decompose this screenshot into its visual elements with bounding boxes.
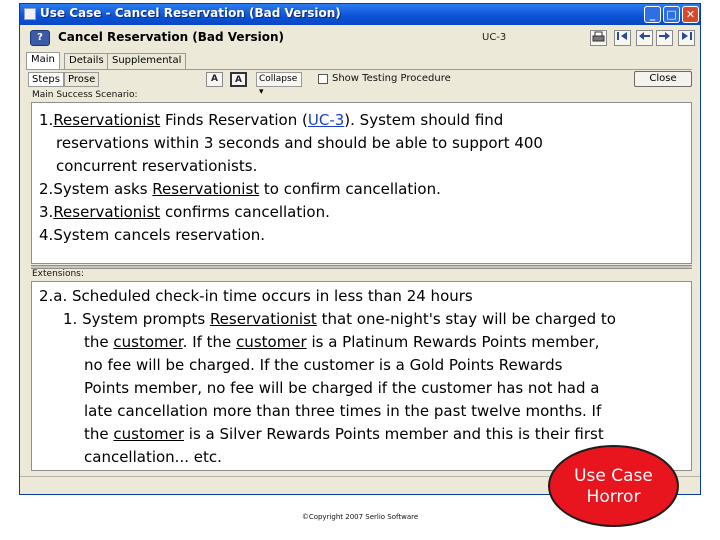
last-icon[interactable]	[678, 30, 695, 46]
step-text: System prompts	[82, 310, 210, 328]
step-2: 2.System asks Reservationist to confirm …	[39, 178, 441, 201]
step-text: the	[84, 425, 114, 443]
copyright-text: ©Copyright 2007 Serlio Software	[301, 513, 419, 521]
extensions-label: Extensions:	[32, 269, 84, 279]
extension-step-1: 1. System prompts Reservationist that on…	[63, 308, 616, 331]
step-number: 1.	[63, 310, 78, 328]
print-icon[interactable]	[590, 30, 607, 46]
extension-line: Points member, no fee will be charged if…	[84, 379, 600, 397]
show-testing-checkbox[interactable]	[318, 74, 328, 84]
maximize-button[interactable]: □	[663, 6, 680, 23]
step-number: 4.	[39, 226, 54, 244]
extension-line: cancellation... etc.	[84, 448, 222, 466]
font-decrease-icon[interactable]: A	[230, 72, 247, 87]
chevron-down-icon: ▾	[259, 87, 264, 97]
close-window-button[interactable]: ✕	[682, 6, 699, 23]
back-icon[interactable]	[636, 30, 653, 46]
extension-line: late cancellation more than three times …	[84, 402, 602, 420]
step-text: is a Platinum Rewards Points member,	[306, 333, 600, 351]
collapse-label: Collapse	[259, 74, 298, 84]
extension-line: the customer. If the customer is a Plati…	[84, 331, 599, 354]
step-number: 3.	[39, 203, 54, 221]
extension-line: the customer is a Silver Rewards Points …	[84, 423, 604, 446]
step-1-cont: concurrent reservationists.	[56, 157, 258, 175]
badge-line-1: Use Case	[574, 466, 653, 486]
extensions-panel[interactable]: 2.a. Scheduled check-in time occurs in l…	[31, 281, 692, 471]
main-scenario-label: Main Success Scenario:	[32, 90, 138, 100]
use-case-window: Use Case - Cancel Reservation (Bad Versi…	[19, 3, 701, 495]
minimize-button[interactable]: _	[644, 6, 661, 23]
header-row: ? Cancel Reservation (Bad Version) UC-3	[20, 26, 700, 52]
step-text: . If the	[182, 333, 237, 351]
first-icon[interactable]	[614, 30, 631, 46]
horror-badge: Use Case Horror	[548, 445, 679, 527]
close-button[interactable]: Close	[634, 71, 692, 87]
step-4: 4.System cancels reservation.	[39, 224, 265, 247]
tab-main[interactable]: Main	[26, 52, 60, 69]
step-text: System asks	[53, 180, 153, 198]
use-case-link[interactable]: UC-3	[308, 111, 344, 129]
font-increase-icon[interactable]: A	[206, 72, 223, 87]
extension-line: no fee will be charged. If the customer …	[84, 356, 563, 374]
step-text: to confirm cancellation.	[259, 180, 441, 198]
actor-link[interactable]: Reservationist	[152, 180, 259, 198]
actor-link[interactable]: Reservationist	[53, 203, 160, 221]
step-1-cont: reservations within 3 seconds and should…	[56, 134, 543, 152]
step-text: is a Silver Rewards Points member and th…	[184, 425, 604, 443]
step-3: 3.Reservationist confirms cancellation.	[39, 201, 330, 224]
help-icon[interactable]: ?	[30, 30, 50, 46]
sub-toolbar: Steps Prose A A Collapse ▾ Show Testing …	[26, 71, 692, 97]
step-text: System cancels reservation.	[53, 226, 266, 244]
actor-link[interactable]: customer	[236, 333, 307, 351]
actor-link[interactable]: Reservationist	[53, 111, 160, 129]
collapse-dropdown[interactable]: Collapse ▾	[256, 72, 302, 97]
main-scenario-panel[interactable]: 1.Reservationist Finds Reservation (UC-3…	[31, 102, 692, 264]
title-bar[interactable]: Use Case - Cancel Reservation (Bad Versi…	[20, 4, 700, 25]
window-icon	[24, 8, 36, 20]
actor-link[interactable]: Reservationist	[210, 310, 317, 328]
actor-link[interactable]: customer	[113, 333, 182, 351]
step-number: 2.	[39, 180, 54, 198]
forward-icon[interactable]	[656, 30, 673, 46]
tab-supplemental[interactable]: Supplemental	[107, 53, 187, 69]
step-text: ). System should find	[344, 111, 504, 129]
tab-steps[interactable]: Steps	[28, 72, 64, 87]
show-testing-label: Show Testing Procedure	[332, 73, 451, 84]
step-number: 1.	[39, 111, 54, 129]
tab-prose[interactable]: Prose	[64, 72, 100, 87]
badge-line-2: Horror	[586, 487, 641, 507]
use-case-id: UC-3	[482, 32, 507, 43]
actor-link[interactable]: customer	[113, 425, 184, 443]
extension-head: 2.a. Scheduled check-in time occurs in l…	[39, 287, 473, 305]
use-case-title: Cancel Reservation (Bad Version)	[58, 30, 285, 44]
step-text: Finds Reservation (	[160, 111, 308, 129]
step-text: the	[84, 333, 114, 351]
step-text: that one-night's stay will be charged to	[316, 310, 616, 328]
tab-divider	[26, 69, 692, 70]
panel-splitter[interactable]	[31, 265, 692, 269]
window-title: Use Case - Cancel Reservation (Bad Versi…	[40, 6, 341, 20]
step-text: confirms cancellation.	[160, 203, 330, 221]
tab-details[interactable]: Details	[64, 53, 109, 69]
step-1: 1.Reservationist Finds Reservation (UC-3…	[39, 109, 503, 132]
